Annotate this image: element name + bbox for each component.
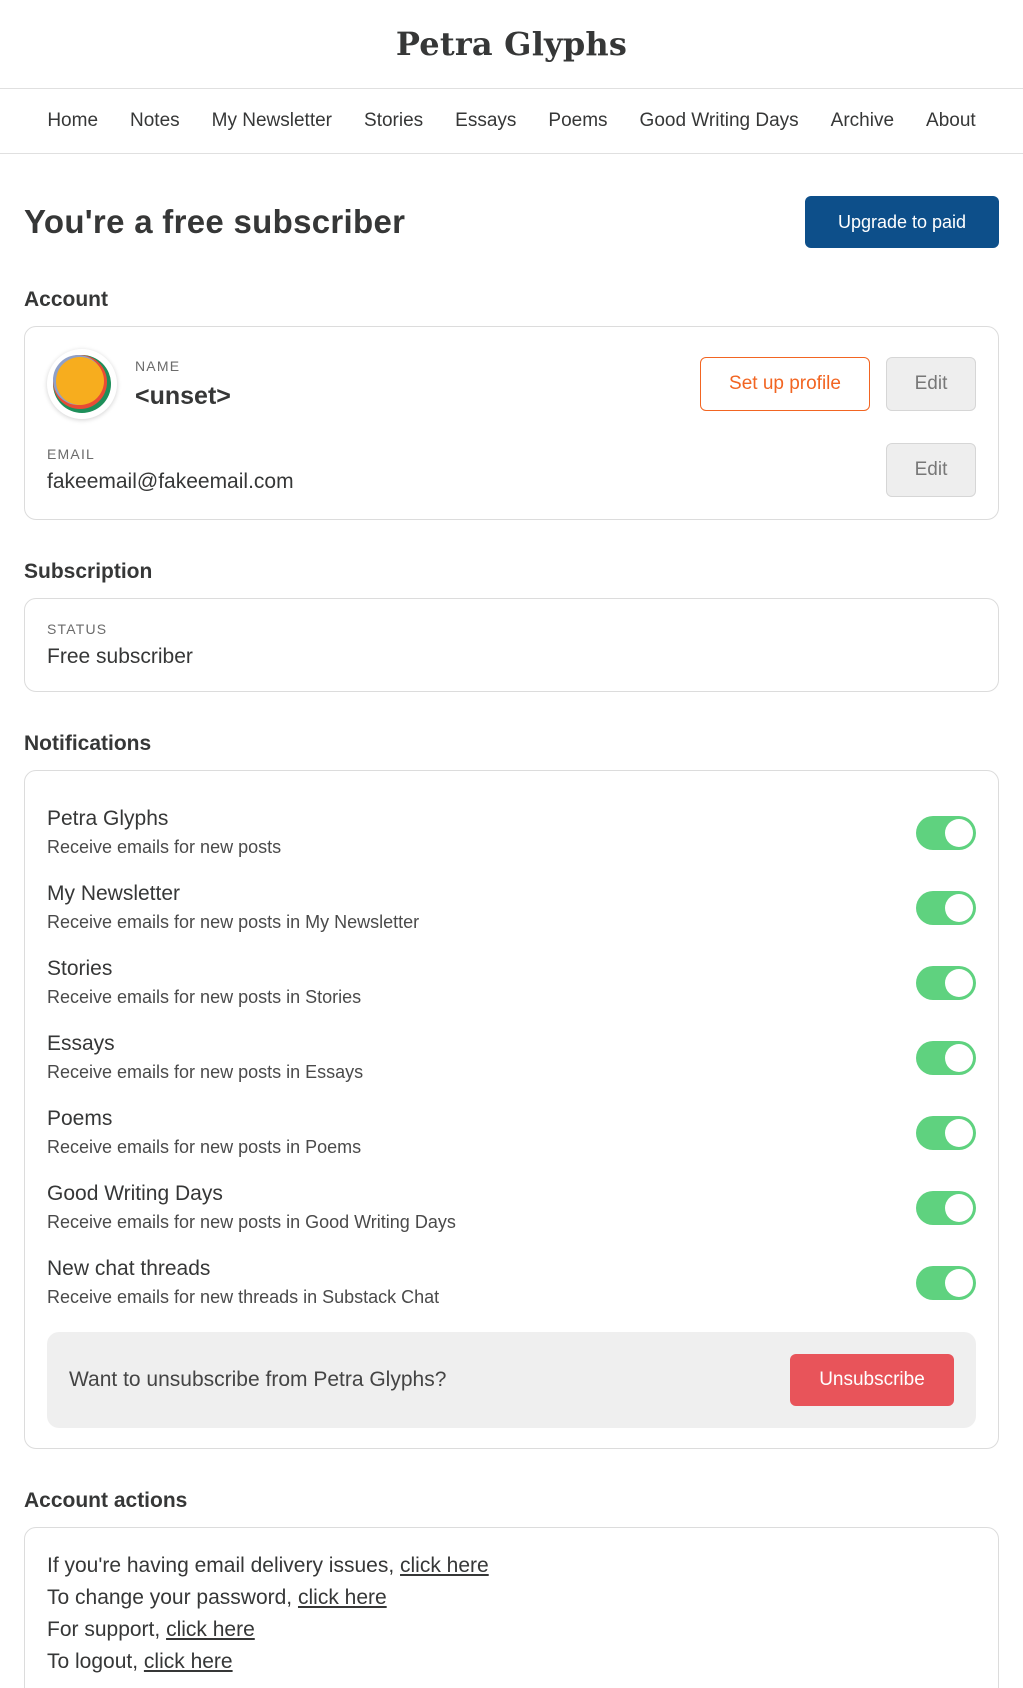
notification-row-chat-threads: New chat threads Receive emails for new … [47, 1245, 976, 1320]
account-section-title: Account [24, 288, 108, 311]
email-field: EMAIL fakeemail@fakeemail.com [47, 446, 294, 494]
action-change-password: To change your password, click here [47, 1582, 976, 1614]
toggle-knob [945, 968, 973, 997]
notification-title: Stories [47, 957, 113, 980]
edit-email-button[interactable]: Edit [886, 443, 976, 497]
account-card: NAME <unset> Set up profile Edit EMAIL f… [24, 326, 999, 520]
account-actions-section-title: Account actions [24, 1489, 188, 1512]
notification-description: Receive emails for new posts in Essays [47, 1062, 364, 1082]
action-support: For support, click here [47, 1614, 976, 1646]
nav-item-good-writing-days[interactable]: Good Writing Days [624, 110, 815, 132]
notification-toggle-chat-threads[interactable] [916, 1265, 976, 1300]
set-up-profile-button[interactable]: Set up profile [700, 357, 870, 411]
notification-title: Poems [47, 1107, 113, 1130]
status-label: STATUS [47, 621, 108, 637]
name-block: NAME <unset> [47, 349, 231, 419]
action-text: To change your password, [47, 1586, 298, 1609]
logout-link[interactable]: click here [144, 1650, 233, 1673]
avatar-icon [53, 355, 111, 413]
notification-row-poems: Poems Receive emails for new posts in Po… [47, 1095, 976, 1170]
notification-title: Essays [47, 1032, 115, 1055]
notification-description: Receive emails for new posts in Good Wri… [47, 1212, 456, 1232]
notification-row-my-newsletter: My Newsletter Receive emails for new pos… [47, 870, 976, 945]
toggle-knob [945, 1193, 973, 1222]
unsubscribe-button[interactable]: Unsubscribe [790, 1354, 954, 1406]
site-header: Petra Glyphs [0, 0, 1023, 89]
notifications-card: Petra Glyphs Receive emails for new post… [24, 770, 999, 1449]
main-content: You're a free subscriber Upgrade to paid… [0, 196, 1023, 1688]
site-title[interactable]: Petra Glyphs [396, 25, 627, 63]
name-value: <unset> [135, 381, 231, 410]
notification-description: Receive emails for new posts in Stories [47, 987, 362, 1007]
notification-toggle-good-writing-days[interactable] [916, 1190, 976, 1225]
main-nav: Home Notes My Newsletter Stories Essays … [0, 89, 1023, 154]
notification-row-essays: Essays Receive emails for new posts in E… [47, 1020, 976, 1095]
toggle-knob [945, 1043, 973, 1072]
subscription-card: STATUS Free subscriber [24, 598, 999, 692]
email-label: EMAIL [47, 446, 96, 462]
nav-item-home[interactable]: Home [31, 110, 114, 132]
unsubscribe-prompt: Want to unsubscribe from Petra Glyphs? [69, 1368, 447, 1391]
action-email-delivery: If you're having email delivery issues, … [47, 1550, 976, 1582]
notification-title: Good Writing Days [47, 1182, 223, 1205]
action-text: For support, [47, 1618, 167, 1641]
notification-title: My Newsletter [47, 882, 181, 905]
notification-description: Receive emails for new threads in Substa… [47, 1287, 440, 1307]
notification-title: New chat threads [47, 1257, 211, 1280]
upgrade-to-paid-button[interactable]: Upgrade to paid [805, 196, 999, 248]
nav-item-poems[interactable]: Poems [532, 110, 623, 132]
name-row: NAME <unset> Set up profile Edit [47, 349, 976, 419]
notification-row-good-writing-days: Good Writing Days Receive emails for new… [47, 1170, 976, 1245]
notification-title: Petra Glyphs [47, 807, 169, 830]
nav-item-notes[interactable]: Notes [114, 110, 196, 132]
notification-row-petra-glyphs: Petra Glyphs Receive emails for new post… [47, 795, 976, 870]
email-value: fakeemail@fakeemail.com [47, 470, 294, 493]
notifications-section-title: Notifications [24, 732, 152, 755]
support-link[interactable]: click here [166, 1618, 255, 1641]
hero: You're a free subscriber Upgrade to paid [24, 196, 999, 248]
account-actions-card: If you're having email delivery issues, … [24, 1527, 999, 1688]
toggle-knob [945, 1118, 973, 1147]
unsubscribe-panel: Want to unsubscribe from Petra Glyphs? U… [47, 1332, 976, 1428]
nav-item-stories[interactable]: Stories [348, 110, 439, 132]
notification-description: Receive emails for new posts [47, 837, 282, 857]
notification-toggle-poems[interactable] [916, 1115, 976, 1150]
toggle-knob [945, 818, 973, 847]
toggle-knob [945, 893, 973, 922]
page-title: You're a free subscriber [24, 203, 406, 240]
nav-item-about[interactable]: About [910, 110, 992, 132]
name-field: NAME <unset> [135, 358, 231, 411]
email-delivery-link[interactable]: click here [400, 1554, 489, 1577]
email-row: EMAIL fakeemail@fakeemail.com Edit [47, 443, 976, 497]
action-text: If you're having email delivery issues, [47, 1554, 401, 1577]
notification-description: Receive emails for new posts in Poems [47, 1137, 362, 1157]
notification-toggle-essays[interactable] [916, 1040, 976, 1075]
subscription-section-title: Subscription [24, 560, 153, 583]
notification-description: Receive emails for new posts in My Newsl… [47, 912, 420, 932]
toggle-knob [945, 1268, 973, 1297]
notification-row-stories: Stories Receive emails for new posts in … [47, 945, 976, 1020]
nav-item-my-newsletter[interactable]: My Newsletter [196, 110, 348, 132]
action-text: To logout, [47, 1650, 144, 1673]
nav-item-essays[interactable]: Essays [439, 110, 532, 132]
name-label: NAME [135, 357, 181, 374]
avatar[interactable] [47, 349, 117, 419]
edit-name-button[interactable]: Edit [886, 357, 976, 411]
notification-toggle-stories[interactable] [916, 965, 976, 1000]
nav-item-archive[interactable]: Archive [815, 110, 910, 132]
notification-toggle-petra-glyphs[interactable] [916, 815, 976, 850]
notification-toggle-my-newsletter[interactable] [916, 890, 976, 925]
change-password-link[interactable]: click here [298, 1586, 387, 1609]
status-value: Free subscriber [47, 645, 193, 668]
action-logout: To logout, click here [47, 1646, 976, 1678]
name-actions: Set up profile Edit [700, 357, 976, 411]
